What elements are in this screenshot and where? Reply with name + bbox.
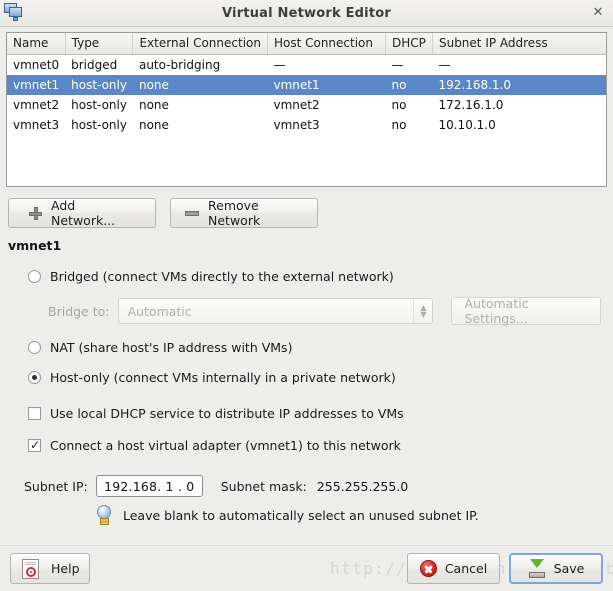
cell-dhcp: no — [391, 117, 407, 132]
checkbox-host-adapter-label: Connect a host virtual adapter (vmnet1) … — [50, 438, 401, 453]
lightbulb-icon — [95, 505, 113, 525]
help-label: Help — [51, 561, 80, 576]
cancel-label: Cancel — [444, 561, 488, 576]
checkbox-local-dhcp-indicator — [28, 407, 41, 420]
radio-nat-indicator — [28, 341, 41, 354]
cell-type: host-only — [71, 77, 127, 92]
cell-subnet: 192.168.1.0 — [438, 77, 511, 92]
network-actions: Add Network... Remove Network — [8, 198, 613, 228]
cell-dhcp: no — [391, 77, 407, 92]
chevron-updown-icon: ▲ ▼ — [413, 299, 426, 323]
column-header-host[interactable]: Host Connection — [267, 33, 386, 55]
add-network-label: Add Network... — [51, 198, 116, 228]
checkbox-host-adapter-indicator — [28, 437, 41, 453]
subnet-hint-text: Leave blank to automatically select an u… — [123, 507, 479, 523]
bridge-to-label: Bridge to: — [48, 303, 110, 319]
cell-type: host-only — [71, 97, 127, 112]
column-header-type[interactable]: Type — [65, 33, 134, 55]
cell-type: host-only — [71, 117, 127, 132]
checkbox-local-dhcp-label: Use local DHCP service to distribute IP … — [50, 406, 404, 421]
automatic-settings-label: Automatic Settings... — [464, 296, 529, 326]
close-icon[interactable]: ✕ — [590, 5, 606, 21]
subnet-mask-label: Subnet mask: — [220, 478, 307, 494]
cell-subnet: — — [438, 57, 451, 72]
subnet-ip-input[interactable]: 192.168. 1 . 0 — [95, 475, 203, 497]
help-document-icon — [22, 558, 39, 579]
radio-host-only-indicator — [28, 371, 41, 384]
cell-host: vmnet3 — [273, 117, 320, 132]
table-row[interactable]: vmnet3 host-only none vmnet3 no 10.10.1.… — [7, 115, 606, 135]
subnet-ip-label: Subnet IP: — [24, 478, 88, 494]
table-header-row: Name Type External Connection Host Conne… — [7, 33, 606, 55]
cell-name: vmnet2 — [13, 97, 60, 112]
plus-icon — [29, 206, 42, 220]
network-table[interactable]: Name Type External Connection Host Conne… — [6, 32, 607, 187]
column-header-subnet[interactable]: Subnet IP Address — [432, 33, 606, 55]
radio-host-only-label: Host-only (connect VMs internally in a p… — [50, 370, 396, 385]
radio-bridged-label: Bridged (connect VMs directly to the ext… — [50, 269, 394, 284]
column-header-name[interactable]: Name — [7, 33, 66, 55]
checkbox-local-dhcp[interactable]: Use local DHCP service to distribute IP … — [28, 406, 613, 421]
radio-host-only[interactable]: Host-only (connect VMs internally in a p… — [28, 370, 613, 385]
subnet-row: Subnet IP: 192.168. 1 . 0 Subnet mask: 2… — [24, 475, 613, 497]
cell-dhcp: — — [391, 57, 404, 72]
save-label: Save — [553, 561, 585, 576]
cell-name: vmnet0 — [13, 57, 60, 72]
save-button[interactable]: Save — [509, 553, 603, 584]
remove-network-label: Remove Network — [208, 198, 261, 228]
radio-nat-label: NAT (share host's IP address with VMs) — [50, 340, 293, 355]
title-bar: Virtual Network Editor ✕ — [0, 0, 613, 27]
minus-icon — [185, 210, 199, 216]
column-header-external[interactable]: External Connection — [132, 33, 268, 55]
add-network-button[interactable]: Add Network... — [8, 198, 156, 228]
bridge-to-row: Bridge to: Automatic ▲ ▼ Automatic Settin… — [48, 296, 613, 326]
cell-external: none — [138, 77, 169, 92]
table-body: vmnet0 bridged auto-bridging — — — vmnet… — [7, 55, 606, 135]
subnet-mask-value: 255.255.255.0 — [316, 478, 409, 494]
cell-host: vmnet1 — [273, 77, 320, 92]
section-title: vmnet1 — [8, 238, 62, 253]
radio-nat[interactable]: NAT (share host's IP address with VMs) — [28, 340, 613, 355]
cell-name: vmnet1 — [13, 77, 60, 92]
cell-host: — — [273, 57, 286, 72]
table-row[interactable]: vmnet1 host-only none vmnet1 no 192.168.… — [7, 74, 606, 95]
checkbox-host-adapter[interactable]: Connect a host virtual adapter (vmnet1) … — [28, 437, 613, 453]
table-row[interactable]: vmnet0 bridged auto-bridging — — — — [7, 55, 606, 75]
cell-name: vmnet3 — [13, 117, 60, 132]
bridge-to-select[interactable]: Automatic ▲ ▼ — [118, 298, 434, 324]
footer-bar: Help Cancel Save — [0, 545, 613, 591]
cell-subnet: 10.10.1.0 — [438, 117, 496, 132]
save-download-icon — [528, 559, 546, 578]
cell-external: auto-bridging — [138, 57, 221, 72]
bridge-to-value: Automatic — [127, 303, 192, 319]
cell-external: none — [138, 117, 169, 132]
help-button[interactable]: Help — [10, 553, 90, 584]
cell-external: none — [138, 97, 169, 112]
subnet-hint: Leave blank to automatically select an u… — [95, 505, 613, 525]
column-header-dhcp[interactable]: DHCP — [385, 33, 433, 55]
cell-host: vmnet2 — [273, 97, 320, 112]
cancel-button[interactable]: Cancel — [407, 553, 500, 584]
cell-type: bridged — [71, 57, 118, 72]
radio-bridged-indicator — [28, 270, 41, 283]
window-title: Virtual Network Editor — [222, 5, 391, 21]
cell-subnet: 172.16.1.0 — [438, 97, 504, 112]
cancel-icon — [419, 560, 437, 577]
radio-bridged[interactable]: Bridged (connect VMs directly to the ext… — [28, 269, 613, 284]
remove-network-button[interactable]: Remove Network — [170, 198, 318, 228]
cell-dhcp: no — [391, 97, 407, 112]
automatic-settings-button[interactable]: Automatic Settings... — [451, 296, 602, 326]
table-row[interactable]: vmnet2 host-only none vmnet2 no 172.16.1… — [7, 95, 606, 115]
